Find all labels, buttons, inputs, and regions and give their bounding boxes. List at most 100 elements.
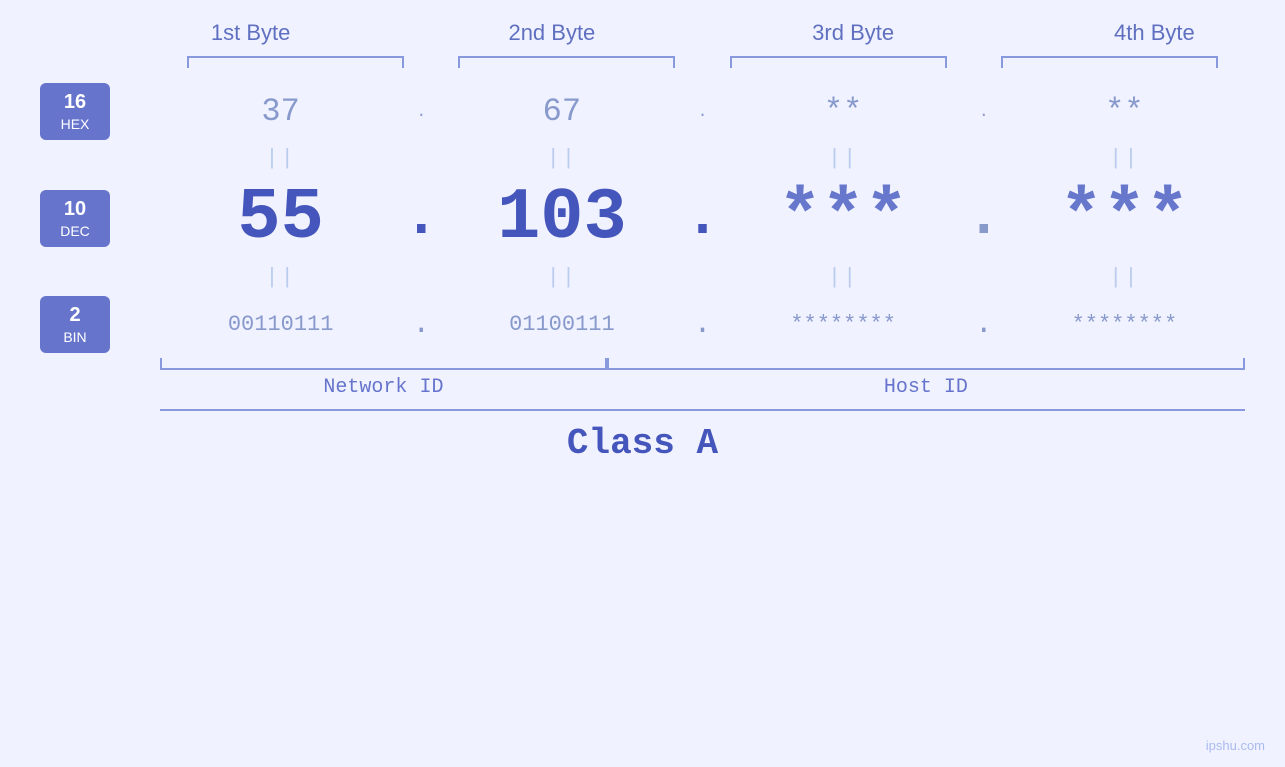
watermark: ipshu.com xyxy=(1206,738,1265,753)
bin-number: 2 xyxy=(52,304,98,327)
dbar-2: || xyxy=(441,146,682,171)
hex-b2: 67 xyxy=(441,93,682,130)
byte4-header: 4th Byte xyxy=(1004,20,1285,46)
bin-values: 00110111 . 01100111 . ******** . *******… xyxy=(160,308,1245,342)
dbar2-1: || xyxy=(160,265,401,290)
hex-b4: ** xyxy=(1004,93,1245,130)
hex-row: 16 HEX 37 . 67 . ** . ** xyxy=(40,83,1245,140)
bin-name: BIN xyxy=(52,329,98,345)
network-id-label: Network ID xyxy=(160,376,607,399)
dbar2-2: || xyxy=(441,265,682,290)
bin-badge: 2 BIN xyxy=(40,296,110,353)
hex-values: 37 . 67 . ** . ** xyxy=(160,93,1245,130)
dbar-sym-3: || xyxy=(828,146,858,171)
dec-sep-2: . xyxy=(683,184,723,252)
bottom-line xyxy=(160,409,1245,411)
hex-dot-1: . xyxy=(416,103,426,121)
bracket-2 xyxy=(458,56,675,68)
dbar-sym-1: || xyxy=(265,146,295,171)
host-id-label: Host ID xyxy=(607,376,1245,399)
dbar-row-2: || || || || xyxy=(40,265,1245,290)
dbar2-3: || xyxy=(723,265,964,290)
hex-base-label: 16 HEX xyxy=(40,83,140,140)
dec-dot-2: . xyxy=(684,184,720,252)
bin-dot-1: . xyxy=(412,308,430,342)
hex-name: HEX xyxy=(52,116,98,132)
dec-b4: *** xyxy=(1004,177,1245,259)
bin-value-2: 01100111 xyxy=(509,312,615,337)
hex-value-3: ** xyxy=(824,93,862,130)
bin-b4: ******** xyxy=(1004,312,1245,337)
dbar-3: || xyxy=(723,146,964,171)
bin-sep-2: . xyxy=(683,308,723,342)
bracket-cell-1 xyxy=(160,56,431,68)
dec-name: DEC xyxy=(52,223,98,239)
dec-value-2: 103 xyxy=(497,177,627,259)
dbar-cells-1: || || || || xyxy=(160,146,1245,171)
byte-headers: 1st Byte 2nd Byte 3rd Byte 4th Byte xyxy=(100,20,1285,46)
dec-dot-1: . xyxy=(403,184,439,252)
dbar-4: || xyxy=(1004,146,1245,171)
byte2-header: 2nd Byte xyxy=(401,20,702,46)
bin-b3: ******** xyxy=(723,312,964,337)
dec-b2: 103 xyxy=(441,177,682,259)
dec-badge: 10 DEC xyxy=(40,190,110,247)
bin-dot-3: . xyxy=(975,308,993,342)
top-brackets xyxy=(160,56,1245,68)
dec-number: 10 xyxy=(52,198,98,221)
hex-dot-2: . xyxy=(698,103,708,121)
bin-b2: 01100111 xyxy=(441,312,682,337)
bracket-cell-4 xyxy=(974,56,1245,68)
dbar-sym-4: || xyxy=(1109,146,1139,171)
dec-value-3: *** xyxy=(778,177,908,259)
bin-value-4: ******** xyxy=(1072,312,1178,337)
dbar-cells-2: || || || || xyxy=(160,265,1245,290)
bin-b1: 00110111 xyxy=(160,312,401,337)
dec-value-1: 55 xyxy=(237,177,323,259)
bin-dot-2: . xyxy=(693,308,711,342)
hex-sep-3: . xyxy=(964,103,1004,121)
dbar2-sym-1: || xyxy=(265,265,295,290)
class-label: Class A xyxy=(40,423,1245,464)
host-bracket xyxy=(607,358,1245,370)
dec-value-4: *** xyxy=(1060,177,1190,259)
hex-b3: ** xyxy=(723,93,964,130)
bracket-cell-2 xyxy=(431,56,702,68)
dbar2-sym-4: || xyxy=(1109,265,1139,290)
dec-row: 10 DEC 55 . 103 . *** . *** xyxy=(40,177,1245,259)
bin-sep-1: . xyxy=(401,308,441,342)
dec-b3: *** xyxy=(723,177,964,259)
hex-number: 16 xyxy=(52,91,98,114)
hex-badge: 16 HEX xyxy=(40,83,110,140)
dec-sep-1: . xyxy=(401,184,441,252)
hex-dot-3: . xyxy=(979,103,989,121)
hex-sep-1: . xyxy=(401,103,441,121)
bin-base-label: 2 BIN xyxy=(40,296,140,353)
dbar2-sym-3: || xyxy=(828,265,858,290)
bin-sep-3: . xyxy=(964,308,1004,342)
dbar2-sym-2: || xyxy=(547,265,577,290)
bin-value-1: 00110111 xyxy=(228,312,334,337)
dec-base-label: 10 DEC xyxy=(40,190,140,247)
hex-value-4: ** xyxy=(1105,93,1143,130)
dbar-row-1: || || || || xyxy=(40,146,1245,171)
dbar2-4: || xyxy=(1004,265,1245,290)
hex-b1: 37 xyxy=(160,93,401,130)
bin-row: 2 BIN 00110111 . 01100111 . ******** . xyxy=(40,296,1245,353)
network-bracket xyxy=(160,358,607,370)
bottom-brackets xyxy=(160,358,1245,370)
byte1-header: 1st Byte xyxy=(100,20,401,46)
dbar-sym-2: || xyxy=(547,146,577,171)
bracket-cell-3 xyxy=(703,56,974,68)
dec-values: 55 . 103 . *** . *** xyxy=(160,177,1245,259)
id-labels: Network ID Host ID xyxy=(160,376,1245,399)
hex-value-2: 67 xyxy=(543,93,581,130)
bracket-4 xyxy=(1001,56,1218,68)
dec-b1: 55 xyxy=(160,177,401,259)
main-container: 1st Byte 2nd Byte 3rd Byte 4th Byte 16 H… xyxy=(0,0,1285,767)
bracket-1 xyxy=(187,56,404,68)
byte3-header: 3rd Byte xyxy=(703,20,1004,46)
bin-value-3: ******** xyxy=(790,312,896,337)
hex-value-1: 37 xyxy=(261,93,299,130)
bracket-3 xyxy=(730,56,947,68)
